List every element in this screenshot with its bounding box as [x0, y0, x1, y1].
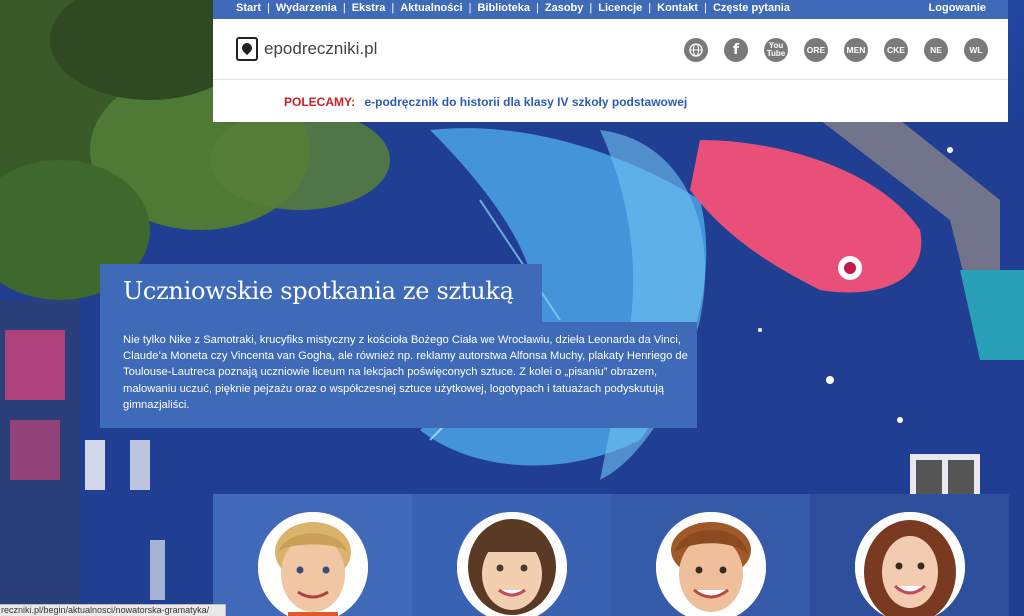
logo-text: epodreczniki.pl: [264, 39, 378, 58]
logo-icon: [236, 37, 258, 61]
browser-status-url: reczniki.pl/begin/aktualnosci/nowatorska…: [0, 604, 226, 616]
login-link[interactable]: Logowanie: [929, 2, 986, 14]
child-portrait-3: [656, 512, 766, 616]
wl-icon[interactable]: WL: [964, 38, 988, 62]
cke-icon[interactable]: CKE: [884, 38, 908, 62]
recommend-label: POLECAMY:: [284, 95, 356, 109]
main-menu: Start Wydarzenia Ekstra Aktualności Bibl…: [236, 2, 790, 14]
site-header: epodreczniki.pl f You Tube ORE MEN CKE N…: [213, 19, 1008, 122]
nav-item-kontakt[interactable]: Kontakt: [642, 2, 698, 14]
site-logo[interactable]: epodreczniki.pl: [236, 37, 377, 61]
feature-description: Nie tylko Nike z Samotraki, krucyfiks mi…: [123, 334, 688, 411]
recommend-link[interactable]: e-podręcznik do historii dla klasy IV sz…: [364, 95, 687, 109]
nav-item-biblioteka[interactable]: Biblioteka: [463, 2, 530, 14]
portrait-graphic-4: [855, 512, 965, 616]
child-portrait-2: [457, 512, 567, 616]
nav-item-aktualnosci[interactable]: Aktualności: [385, 2, 462, 14]
feature-title-box: Uczniowskie spotkania ze sztuką: [100, 264, 542, 322]
audience-tile-3[interactable]: [611, 494, 810, 616]
facebook-icon[interactable]: f: [724, 38, 748, 62]
header-divider: [213, 79, 1008, 80]
nav-item-licencje[interactable]: Licencje: [583, 2, 642, 14]
nav-item-wydarzenia[interactable]: Wydarzenia: [261, 2, 337, 14]
nav-item-ekstra[interactable]: Ekstra: [337, 2, 386, 14]
child-portrait-1: [258, 512, 368, 616]
ore-icon[interactable]: ORE: [804, 38, 828, 62]
audience-tile-4[interactable]: [810, 494, 1009, 616]
globe-icon[interactable]: [684, 38, 708, 62]
top-navigation-bar: Start Wydarzenia Ekstra Aktualności Bibl…: [213, 0, 1008, 19]
feature-body-box: Nie tylko Nike z Samotraki, krucyfiks mi…: [100, 322, 697, 428]
globe-glyph: [689, 43, 703, 57]
men-icon[interactable]: MEN: [844, 38, 868, 62]
partner-icons: f You Tube ORE MEN CKE NE WL: [668, 38, 988, 62]
audience-tile-1[interactable]: [213, 494, 412, 616]
youtube-icon[interactable]: You Tube: [764, 38, 788, 62]
ne-icon[interactable]: NE: [924, 38, 948, 62]
nav-item-zasoby[interactable]: Zasoby: [530, 2, 584, 14]
audience-tile-2[interactable]: [412, 494, 611, 616]
nav-item-czeste-pytania[interactable]: Częste pytania: [698, 2, 790, 14]
portrait-graphic-3: [656, 512, 766, 616]
portrait-graphic-1: [258, 512, 368, 616]
nav-item-start[interactable]: Start: [236, 2, 261, 14]
portrait-graphic-2: [457, 512, 567, 616]
child-portrait-4: [855, 512, 965, 616]
feature-title[interactable]: Uczniowskie spotkania ze sztuką: [123, 277, 514, 305]
recommend-bar: POLECAMY: e-podręcznik do historii dla k…: [284, 95, 687, 109]
